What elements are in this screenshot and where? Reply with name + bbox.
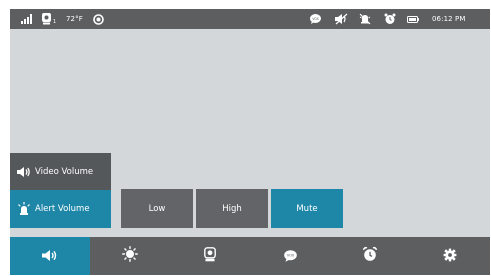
alert-high-label: High	[222, 203, 242, 214]
alert-high-button[interactable]: High	[196, 189, 268, 228]
camera-icon	[204, 246, 216, 266]
alarm-clock-icon	[362, 246, 378, 266]
tab-alarm[interactable]	[330, 237, 410, 275]
temperature-text: 72°F	[66, 15, 83, 23]
vox-icon: VOX	[310, 9, 321, 29]
tab-volume[interactable]	[10, 237, 90, 275]
siren-icon	[16, 201, 32, 217]
svg-text:VOX: VOX	[286, 253, 294, 257]
volume-icon	[42, 247, 58, 266]
speaker-muted-icon	[335, 9, 348, 29]
battery-icon	[407, 9, 419, 29]
camera-icon	[42, 9, 51, 29]
eye-icon	[93, 9, 104, 29]
status-bar: 1 72°F VOX 06:12 PM	[10, 9, 490, 29]
svg-text:VOX: VOX	[312, 17, 319, 21]
alert-low-label: Low	[148, 203, 166, 214]
tab-vox[interactable]: VOX	[250, 237, 330, 275]
monitor-screen: 1 72°F VOX 06:12 PM Video Volume Alert V…	[10, 9, 490, 275]
tab-settings[interactable]	[410, 237, 490, 275]
alarm-icon	[384, 9, 396, 29]
tab-camera[interactable]	[170, 237, 250, 275]
alert-mute-button[interactable]: Mute	[271, 189, 343, 228]
alert-low-button[interactable]: Low	[121, 189, 193, 228]
tab-brightness[interactable]	[90, 237, 170, 275]
camera-index: 1	[53, 19, 57, 25]
vox-icon: VOX	[283, 247, 297, 266]
video-volume-button[interactable]: Video Volume	[10, 153, 111, 191]
signal-icon	[21, 9, 33, 29]
alert-mute-label: Mute	[296, 203, 318, 214]
clock-text: 06:12 PM	[432, 15, 466, 23]
video-volume-label: Video Volume	[35, 167, 94, 177]
alert-muted-icon	[359, 9, 371, 29]
brightness-icon	[122, 246, 138, 266]
alert-volume-button[interactable]: Alert Volume	[10, 190, 111, 228]
bottom-tab-bar: VOX	[10, 237, 490, 275]
settings-icon	[443, 247, 457, 266]
speaker-icon	[16, 164, 32, 180]
alert-volume-label: Alert Volume	[35, 204, 90, 214]
